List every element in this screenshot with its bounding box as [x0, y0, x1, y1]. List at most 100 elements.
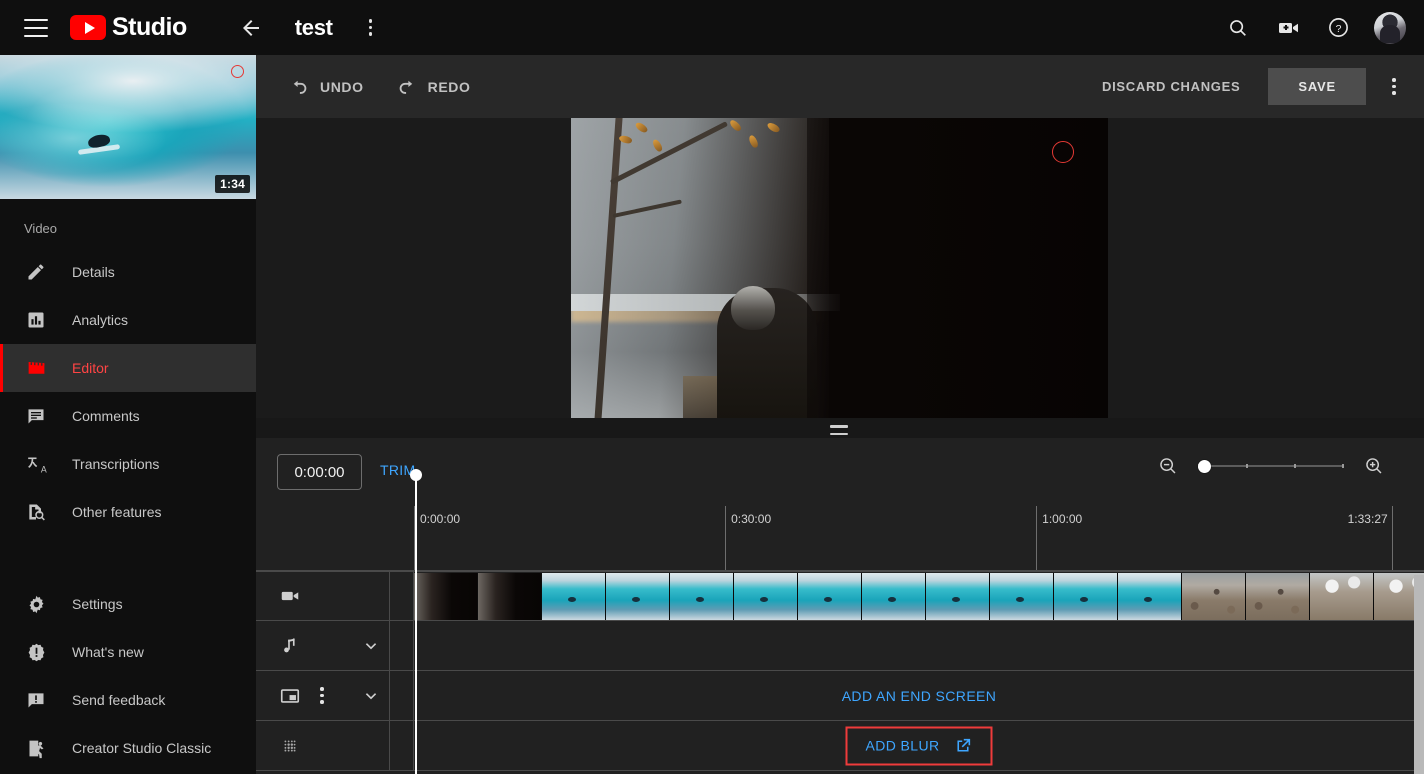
- svg-text:?: ?: [1335, 23, 1341, 35]
- video-track-body[interactable]: [414, 572, 1424, 620]
- audio-track-chevron-down-icon[interactable]: [359, 634, 383, 658]
- video-filmstrip[interactable]: [414, 573, 1424, 620]
- zoom-in-icon[interactable]: [1360, 452, 1388, 480]
- blur-grid-icon[interactable]: [278, 734, 302, 758]
- zoom-out-icon[interactable]: [1154, 452, 1182, 480]
- sidebar-item-whats-new[interactable]: What's new: [0, 628, 256, 676]
- ruler-tick-label: 0:00:00: [420, 512, 460, 526]
- search-icon[interactable]: [1224, 14, 1252, 42]
- sidebar-item-label: Settings: [72, 596, 123, 612]
- end-screen-icon[interactable]: [278, 684, 302, 708]
- avatar[interactable]: [1374, 12, 1406, 44]
- sidebar-item-comments[interactable]: Comments: [0, 392, 256, 440]
- current-time-input[interactable]: 0:00:00: [277, 454, 362, 490]
- sidebar-item-label: Send feedback: [72, 692, 165, 708]
- sidebar-item-settings[interactable]: Settings: [0, 580, 256, 628]
- redo-button[interactable]: REDO: [396, 76, 471, 98]
- audio-track-body[interactable]: [414, 621, 1424, 670]
- sidebar-item-transcriptions[interactable]: A Transcriptions: [0, 440, 256, 488]
- studio-logo[interactable]: Studio beta: [70, 15, 187, 40]
- back-arrow-icon[interactable]: [237, 14, 265, 42]
- create-video-icon[interactable]: [1274, 14, 1302, 42]
- video-preview-area: [256, 118, 1424, 418]
- feedback-icon: [24, 688, 48, 712]
- end-screen-track-body[interactable]: ADD AN END SCREEN: [414, 671, 1424, 720]
- gear-icon: [24, 592, 48, 616]
- filmstrip-frame: [1246, 573, 1310, 620]
- sidebar-item-details[interactable]: Details: [0, 248, 256, 296]
- end-screen-chevron-down-icon[interactable]: [359, 684, 383, 708]
- cursor-highlight-marker: [1052, 141, 1074, 163]
- add-blur-label: ADD BLUR: [866, 738, 940, 754]
- sidebar-item-other-features[interactable]: Other features: [0, 488, 256, 536]
- filmstrip-frame: [734, 573, 798, 620]
- save-button[interactable]: SAVE: [1268, 68, 1366, 105]
- sidebar-item-label: Analytics: [72, 312, 128, 328]
- add-end-screen-button[interactable]: ADD AN END SCREEN: [842, 688, 997, 704]
- comment-icon: [24, 404, 48, 428]
- filmstrip-frame: [862, 573, 926, 620]
- video-player[interactable]: [571, 118, 1108, 418]
- magnify-page-icon: [24, 500, 48, 524]
- filmstrip-frame: [990, 573, 1054, 620]
- panel-resize-handle[interactable]: [830, 425, 848, 435]
- track-row-video: [256, 571, 1424, 621]
- sidebar-item-analytics[interactable]: Analytics: [0, 296, 256, 344]
- add-blur-button[interactable]: ADD BLUR: [846, 726, 993, 765]
- trim-button[interactable]: TRIM: [380, 462, 415, 478]
- video-camera-icon[interactable]: [278, 584, 302, 608]
- filmstrip-frame: [670, 573, 734, 620]
- track-header-blur: [256, 721, 390, 770]
- zoom-slider-knob[interactable]: [1198, 460, 1211, 473]
- timeline-tracks: ADD AN END SCREEN: [256, 571, 1424, 774]
- editor-toolbar: UNDO REDO DISCARD CHANGES SAVE: [256, 55, 1424, 118]
- sidebar-item-editor[interactable]: Editor: [0, 344, 256, 392]
- left-sidebar: 1:34 Video Details Analytics Editor: [0, 55, 256, 774]
- undo-button[interactable]: UNDO: [288, 76, 364, 98]
- track-gutter: [390, 621, 414, 670]
- timeline-controls: 0:00:00 TRIM: [256, 438, 1424, 506]
- track-row-end-screen: ADD AN END SCREEN: [256, 671, 1424, 721]
- header-actions: ?: [1224, 12, 1406, 44]
- zoom-controls: [1154, 452, 1388, 480]
- timeline-ruler[interactable]: 0:00:00 0:30:00 1:00:00 1:33:27: [256, 506, 1424, 571]
- bar-chart-icon: [24, 308, 48, 332]
- track-gutter: [390, 721, 414, 770]
- ruler-tick-end: 1:33:27: [1392, 506, 1393, 570]
- track-gutter: [390, 671, 414, 720]
- external-link-icon: [954, 736, 973, 755]
- translate-icon: A: [24, 452, 48, 476]
- filmstrip-frame: [542, 573, 606, 620]
- filmstrip-frame: [1054, 573, 1118, 620]
- top-header: Studio beta test ?: [0, 0, 1424, 55]
- filmstrip-frame: [1182, 573, 1246, 620]
- sidebar-item-label: Comments: [72, 408, 140, 424]
- video-frame-shadow: [807, 118, 1108, 418]
- sidebar-item-creator-studio-classic[interactable]: Creator Studio Classic: [0, 724, 256, 772]
- help-icon[interactable]: ?: [1324, 14, 1352, 42]
- clapperboard-icon: [24, 356, 48, 380]
- sidebar-section-label: Video: [0, 199, 256, 248]
- video-thumbnail[interactable]: 1:34: [0, 55, 256, 199]
- blur-track-body[interactable]: ADD BLUR: [414, 721, 1424, 770]
- exit-door-icon: [24, 736, 48, 760]
- thumbnail-marker-icon: [231, 65, 244, 78]
- sidebar-item-send-feedback[interactable]: Send feedback: [0, 676, 256, 724]
- ruler-tick: 1:00:00: [1036, 506, 1037, 570]
- filmstrip-frame: [478, 573, 542, 620]
- music-note-icon[interactable]: [278, 634, 302, 658]
- track-header-end-screen: [256, 671, 390, 720]
- toolbar-kebab-menu-icon[interactable]: [1382, 75, 1406, 99]
- timeline-vertical-scrollbar[interactable]: [1414, 575, 1424, 774]
- zoom-slider[interactable]: [1198, 455, 1344, 477]
- track-row-blur: ADD BLUR: [256, 721, 1424, 771]
- ruler-tick: 0:00:00: [414, 506, 415, 570]
- track-header-video: [256, 572, 390, 620]
- end-screen-kebab-menu-icon[interactable]: [310, 684, 334, 708]
- hamburger-icon[interactable]: [24, 19, 48, 37]
- zoom-slider-ticks: [1198, 464, 1344, 468]
- kebab-menu-icon[interactable]: [359, 16, 383, 40]
- undo-arrow-icon: [288, 76, 310, 98]
- discard-changes-button[interactable]: DISCARD CHANGES: [1088, 69, 1254, 104]
- sidebar-item-label: Details: [72, 264, 115, 280]
